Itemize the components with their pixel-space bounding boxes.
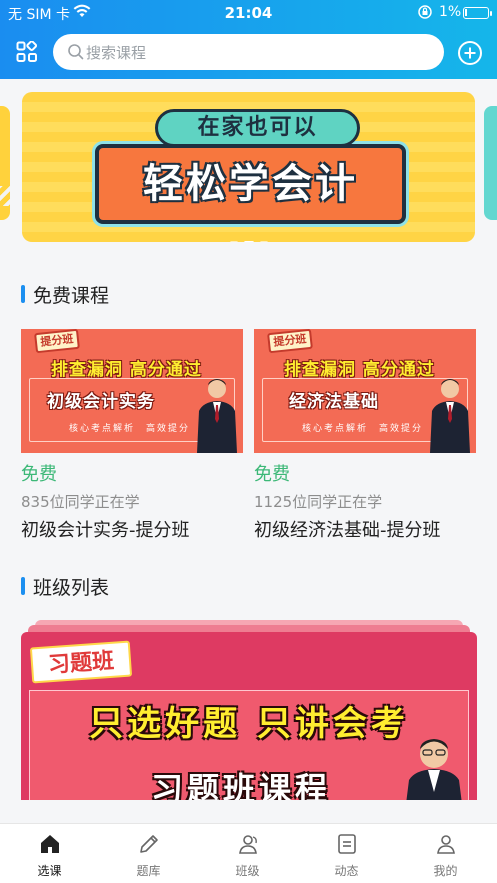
course-thumbnail: 提分班 排查漏洞 高分通过 经济法基础 核心考点解析 高效提分 [254, 329, 476, 453]
tab-classes[interactable]: 班级 [198, 832, 297, 879]
tab-question-bank[interactable]: 题库 [99, 832, 198, 879]
search-placeholder: 搜索课程 [86, 44, 147, 62]
course-price: 免费 [21, 464, 57, 485]
thumb-tag: 提分班 [34, 329, 80, 354]
tab-label: 我的 [433, 864, 458, 878]
tab-label: 班级 [235, 864, 260, 878]
class-tag: 习题班 [29, 640, 133, 684]
thumb-slogan: 排查漏洞 高分通过 [284, 360, 435, 380]
group-icon [238, 835, 257, 854]
course-name: 初级会计实务-提分班 [21, 520, 190, 541]
course-price: 免费 [254, 464, 290, 485]
thumb-subject: 初级会计实务 [47, 392, 155, 412]
banner-subtitle: 在家也可以 [155, 109, 360, 147]
battery-percent: 1% [439, 4, 462, 20]
banner-carousel[interactable]: 在家也可以 轻松学会计 [0, 92, 497, 244]
course-card[interactable]: 提分班 排查漏洞 高分通过 经济法基础 核心考点解析 高效提分 免费 1125位… [254, 329, 476, 542]
class-card[interactable]: 习题班 只选好题 只讲会考 习题班课程 [21, 620, 477, 800]
battery-icon [463, 7, 492, 19]
home-icon [40, 835, 59, 853]
banner-next-slide[interactable] [484, 106, 497, 220]
top-header: 无 SIM 卡 21:04 1% 搜索课程 [0, 0, 497, 79]
thumb-caption: 核心考点解析 高效提分 [69, 424, 191, 434]
course-learners: 1125位同学正在学 [254, 493, 383, 511]
tab-label: 动态 [334, 864, 359, 878]
thumb-tag: 提分班 [267, 329, 313, 354]
course-card[interactable]: 提分班 排查漏洞 高分通过 初级会计实务 核心考点解析 高效提分 免费 835位… [21, 329, 243, 542]
plus-circle-icon[interactable] [457, 40, 483, 66]
rotation-lock-icon [417, 4, 433, 24]
document-icon [337, 834, 356, 854]
thumb-caption: 核心考点解析 高效提分 [302, 424, 424, 434]
teacher-photo [195, 375, 239, 453]
carousel-dots [22, 229, 475, 242]
tab-mine[interactable]: 我的 [396, 832, 495, 879]
teacher-photo [428, 375, 472, 453]
thumb-slogan: 排查漏洞 高分通过 [51, 360, 202, 380]
section-title-free-courses: 免费课程 [21, 281, 109, 308]
tab-label: 题库 [136, 864, 161, 878]
status-bar: 无 SIM 卡 21:04 1% [0, 0, 497, 26]
carousel-dot [229, 241, 238, 242]
banner-prev-slide[interactable] [0, 106, 10, 220]
tab-courses[interactable]: 选课 [0, 832, 99, 879]
pencil-icon [139, 835, 158, 853]
course-name: 初级经济法基础-提分班 [254, 520, 441, 541]
tab-label: 选课 [37, 864, 62, 878]
search-input[interactable]: 搜索课程 [53, 34, 444, 70]
bottom-tab-bar: 选课 题库 班级 动态 我的 [0, 823, 497, 883]
grid-icon[interactable] [16, 40, 38, 63]
banner-title: 轻松学会计 [95, 144, 406, 224]
tab-feed[interactable]: 动态 [297, 832, 396, 879]
course-thumbnail: 提分班 排查漏洞 高分通过 初级会计实务 核心考点解析 高效提分 [21, 329, 243, 453]
banner-slide[interactable]: 在家也可以 轻松学会计 [22, 92, 475, 242]
section-title-class-list: 班级列表 [21, 573, 109, 600]
user-icon [436, 835, 455, 854]
course-learners: 835位同学正在学 [21, 493, 140, 511]
class-title: 习题班课程 [151, 770, 332, 800]
thumb-subject: 经济法基础 [289, 392, 379, 412]
carousel-dot-active [243, 241, 254, 242]
carousel-dot [259, 241, 268, 242]
search-icon [67, 43, 85, 61]
teacher-photo [401, 732, 467, 800]
class-card-banner: 习题班 只选好题 只讲会考 习题班课程 [21, 632, 477, 800]
